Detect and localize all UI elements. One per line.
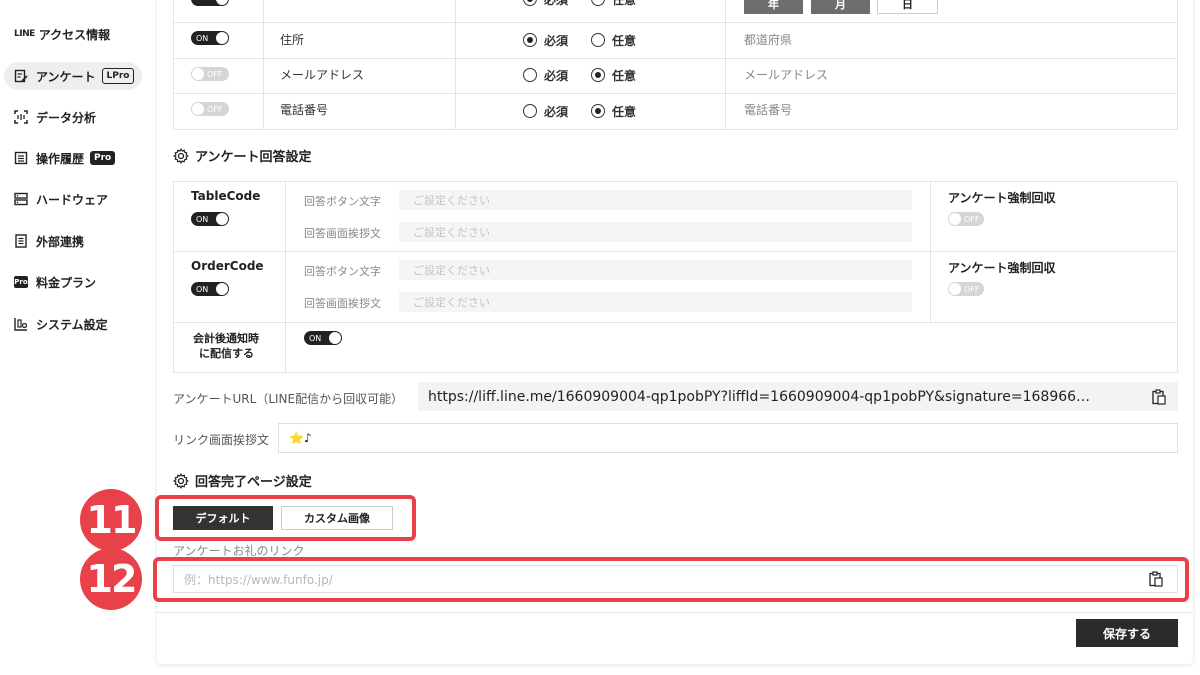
sidebar-item-data-analysis[interactable]: データ分析 (4, 103, 142, 131)
ordercode-force-label: アンケート強制回収 (948, 261, 1056, 275)
sidebar-item-label: ハードウェア (36, 192, 109, 207)
after-checkout-toggle[interactable]: ON (304, 331, 342, 345)
list-icon (14, 151, 28, 165)
scan-icon (14, 110, 28, 124)
ordercode-force-toggle[interactable]: OFF (948, 282, 984, 296)
response-settings-title: アンケート回答設定 (173, 146, 311, 165)
sidebar-item-survey[interactable]: アンケート LPro (4, 62, 142, 90)
pro-badge: Pro (90, 151, 116, 165)
save-button[interactable]: 保存する (1076, 619, 1178, 647)
sidebar-item-access-info[interactable]: LINE アクセス情報 (4, 20, 142, 48)
phone-field-name: 電話番号 (280, 103, 329, 117)
address-field-name: 住所 (280, 33, 305, 47)
tablecode-label: TableCode (191, 189, 261, 203)
link-greeting-label: リンク画面挨拶文 (173, 433, 270, 447)
phone-required-radio[interactable] (523, 104, 537, 118)
phone-optional-label: 任意 (612, 105, 637, 119)
tablecode-force-label: アンケート強制回収 (948, 191, 1056, 205)
email-field-name: メールアドレス (280, 68, 365, 82)
top-row-optional-label: 任意 (612, 0, 637, 7)
address-required-radio[interactable] (523, 33, 537, 47)
step-marker-11: 11 (80, 489, 142, 551)
top-row-required-label: 必須 (544, 0, 569, 7)
tablecode-force-toggle[interactable]: OFF (948, 212, 984, 226)
sidebar-item-hardware[interactable]: ハードウェア (4, 185, 142, 213)
survey-edit-icon (14, 69, 28, 83)
phone-optional-radio[interactable] (591, 104, 605, 118)
email-placeholder: メールアドレス (744, 68, 829, 82)
ordercode-toggle[interactable]: ON (191, 282, 229, 296)
year-button[interactable]: 年 (744, 0, 803, 14)
sidebar-item-label: アクセス情報 (38, 27, 111, 42)
sidebar-item-system-settings[interactable]: システム設定 (4, 310, 142, 338)
after-checkout-label-2: に配信する (199, 347, 254, 360)
sidebar-item-label: 外部連携 (36, 234, 85, 249)
sidebar-item-pricing[interactable]: Pro 料金プラン (4, 268, 142, 296)
survey-url-field[interactable]: https://liff.line.me/1660909004-qp1pobPY… (418, 382, 1178, 411)
ordercode-greeting-input[interactable]: ご設定ください (399, 292, 912, 312)
email-toggle[interactable]: OFF (191, 67, 229, 81)
sidebar-item-label: システム設定 (36, 317, 108, 332)
tablecode-button-text-label: 回答ボタン文字 (304, 195, 381, 208)
sidebar-item-history[interactable]: 操作履歴 Pro (4, 144, 142, 172)
tablecode-button-text-input[interactable]: ご設定ください (399, 190, 912, 210)
tablecode-greeting-label: 回答画面挨拶文 (304, 227, 381, 240)
sidebar-item-label: アンケート (36, 69, 96, 84)
phone-toggle[interactable]: OFF (191, 102, 229, 116)
gear-icon (173, 472, 189, 489)
document-icon (14, 234, 28, 248)
custom-image-tab-button[interactable]: カスタム画像 (281, 506, 393, 530)
address-required-label: 必須 (544, 34, 569, 48)
ordercode-label: OrderCode (191, 259, 264, 273)
email-required-radio[interactable] (523, 68, 537, 82)
ordercode-button-text-input[interactable]: ご設定ください (399, 260, 912, 280)
email-required-label: 必須 (544, 69, 569, 83)
address-toggle[interactable]: ON (191, 31, 229, 45)
address-placeholder: 都道府県 (744, 33, 793, 47)
address-optional-label: 任意 (612, 34, 637, 48)
top-row-toggle[interactable] (191, 0, 229, 6)
lpro-badge: LPro (101, 68, 135, 84)
sidebar-item-label: 料金プラン (36, 275, 97, 290)
phone-placeholder: 電話番号 (744, 103, 793, 117)
settings-chart-icon (14, 317, 28, 331)
clipboard-icon[interactable] (1151, 389, 1167, 405)
gear-icon (173, 147, 189, 164)
day-button[interactable]: 日 (877, 0, 938, 14)
ordercode-greeting-label: 回答画面挨拶文 (304, 297, 381, 310)
tablecode-toggle[interactable]: ON (191, 212, 229, 226)
thanks-link-input[interactable]: 例：https://www.funfo.jp/ (173, 565, 1178, 593)
pro-icon: Pro (14, 276, 28, 288)
step-marker-12: 12 (80, 548, 142, 610)
default-tab-button[interactable]: デフォルト (173, 506, 273, 530)
ordercode-button-text-label: 回答ボタン文字 (304, 265, 381, 278)
completion-page-title: 回答完了ページ設定 (173, 471, 312, 490)
tablecode-greeting-input[interactable]: ご設定ください (399, 222, 912, 242)
link-greeting-input[interactable]: ⭐♪ (278, 423, 1178, 453)
email-optional-radio[interactable] (591, 68, 605, 82)
after-checkout-label-1: 会計後通知時 (193, 332, 259, 345)
sidebar-item-label: 操作履歴 (36, 151, 85, 166)
server-icon (14, 192, 28, 206)
clipboard-icon[interactable] (1148, 571, 1164, 587)
email-optional-label: 任意 (612, 69, 637, 83)
sidebar-item-label: データ分析 (36, 110, 97, 125)
sidebar-item-integrations[interactable]: 外部連携 (4, 227, 142, 255)
survey-url-label: アンケートURL（LINE配信から回収可能） (173, 392, 404, 406)
month-button[interactable]: 月 (811, 0, 870, 14)
address-optional-radio[interactable] (591, 33, 605, 47)
line-logo: LINE (14, 29, 35, 39)
phone-required-label: 必須 (544, 105, 569, 119)
